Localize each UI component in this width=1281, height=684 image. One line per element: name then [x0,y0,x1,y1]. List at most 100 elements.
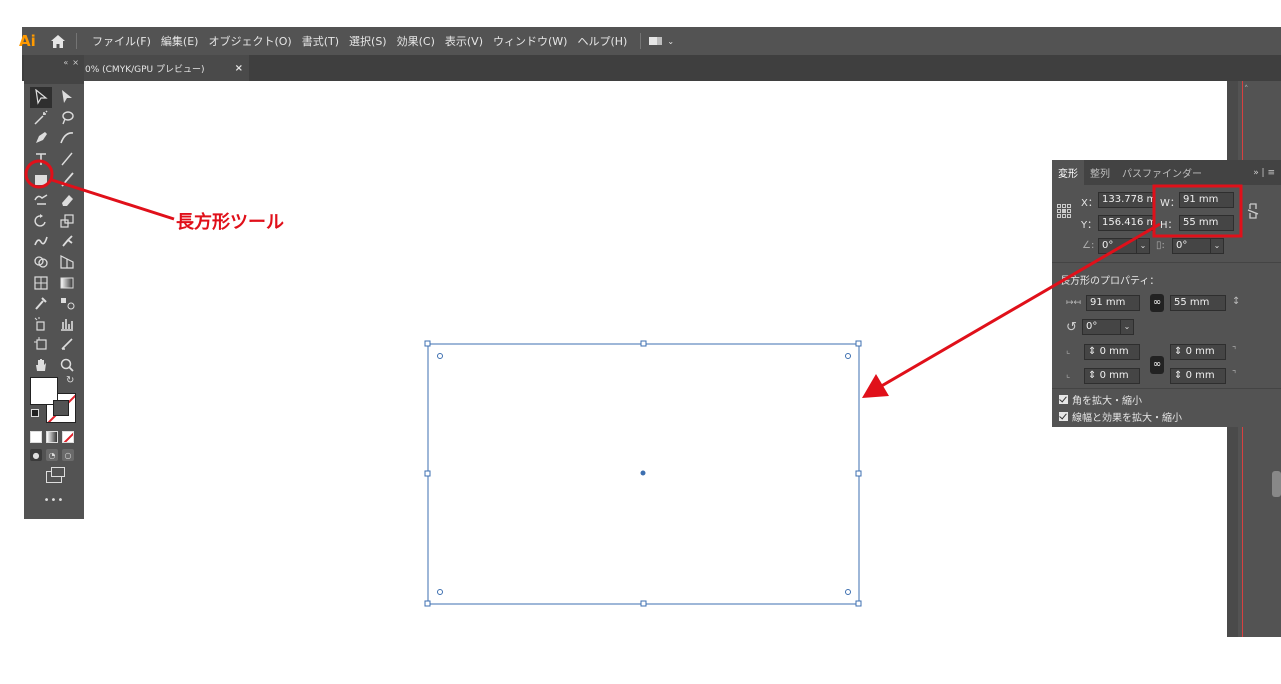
rect-width-field[interactable]: 91 mm [1086,295,1140,311]
swap-fill-stroke-icon[interactable]: ↻ [66,375,74,386]
stepper-icon[interactable]: ⇕ [1174,370,1182,381]
draw-inside-icon[interactable]: ○ [62,449,74,461]
corner-tr-field[interactable]: ⇕ 0 mm [1170,344,1226,360]
magic-wand-tool[interactable] [30,108,52,129]
handle-middle-left[interactable] [424,470,431,477]
selection-tool[interactable] [30,87,52,108]
rect-rotate-field[interactable]: 0° [1082,319,1122,335]
w-field[interactable]: 91 mm [1179,192,1234,208]
menu-object[interactable]: オブジェクト(O) [203,33,296,49]
panel-menu-icon[interactable]: » | ≡ [1253,168,1281,178]
gradient-icon[interactable] [46,431,58,443]
tab-align[interactable]: 整列 [1084,160,1116,185]
menu-help[interactable]: ヘルプ(H) [572,33,632,49]
stepper-icon[interactable]: ⇕ [1088,370,1096,381]
angle-field[interactable]: 0° [1098,238,1138,254]
stepper-icon[interactable]: ⇕ [1088,346,1096,357]
shaper-tool[interactable] [30,190,52,211]
handle-top-middle[interactable] [640,340,647,347]
close-icon[interactable]: × [235,63,243,74]
more-tools-icon[interactable]: ••• [24,495,84,506]
tools-panel-header[interactable]: « × [24,55,84,84]
menu-file[interactable]: ファイル(F) [87,33,156,49]
default-colors-icon[interactable] [31,409,39,417]
corner-widget-bl[interactable] [437,589,443,595]
x-field[interactable]: 133.778 m [1098,192,1154,208]
eyedropper-tool[interactable] [30,293,52,314]
handle-middle-right[interactable] [855,470,862,477]
direct-selection-tool[interactable] [56,87,78,108]
column-graph-tool[interactable] [56,314,78,335]
shear-dropdown[interactable]: ⌄ [1210,238,1224,254]
corner-widgets[interactable] [437,353,851,595]
scroll-up-icon[interactable]: ˄ [1244,85,1249,95]
document-tab[interactable]: 0% (CMYK/GPU プレビュー) × [84,55,249,81]
fill-stroke-swatches[interactable]: ↻ [28,373,80,429]
collapse-icon[interactable]: « [63,58,68,67]
pen-tool[interactable] [30,128,52,149]
none-icon[interactable] [62,431,74,443]
corner-bl-field[interactable]: ⇕ 0 mm [1084,368,1140,384]
tab-pathfinder[interactable]: パスファインダー [1116,160,1208,185]
warp-tool[interactable] [30,231,52,252]
bounding-box-handles[interactable] [424,340,862,607]
scale-strokes-checkbox[interactable]: 線幅と効果を拡大・縮小 [1059,409,1182,424]
draw-behind-icon[interactable]: ◔ [46,449,58,461]
symbol-sprayer-tool[interactable] [30,314,52,335]
selected-rectangle[interactable] [427,343,860,605]
corner-widget-tr[interactable] [845,353,851,359]
corner-br-field[interactable]: ⇕ 0 mm [1170,368,1226,384]
screen-mode-icon[interactable] [46,467,65,483]
perspective-grid-tool[interactable] [56,252,78,273]
curvature-tool[interactable] [56,128,78,149]
corner-widget-br[interactable] [845,589,851,595]
menu-view[interactable]: 表示(V) [440,33,488,49]
tab-transform[interactable]: 変形 [1052,160,1084,185]
menu-edit[interactable]: 編集(E) [156,33,204,49]
menu-type[interactable]: 書式(T) [297,33,344,49]
rotate-tool[interactable] [30,211,52,232]
handle-bottom-middle[interactable] [640,600,647,607]
home-icon[interactable] [44,27,72,55]
rectangle-tool[interactable] [30,169,52,190]
handle-bottom-left[interactable] [424,600,431,607]
type-tool[interactable] [30,149,52,170]
shear-field[interactable]: 0° [1172,238,1212,254]
scale-tool[interactable] [56,211,78,232]
handle-bottom-right[interactable] [855,600,862,607]
shape-builder-tool[interactable] [30,252,52,273]
mesh-tool[interactable] [30,272,52,293]
handle-top-left[interactable] [424,340,431,347]
corner-tl-field[interactable]: ⇕ 0 mm [1084,344,1140,360]
handle-top-right[interactable] [855,340,862,347]
gradient-tool[interactable] [56,272,78,293]
close-icon[interactable]: × [72,58,79,67]
slice-tool[interactable] [56,334,78,355]
workspace-switcher[interactable]: ⌄ [640,33,674,49]
eraser-tool[interactable] [56,190,78,211]
blend-tool[interactable] [56,293,78,314]
corner-widget-tl[interactable] [437,353,443,359]
h-field[interactable]: 55 mm [1179,215,1234,231]
draw-normal-icon[interactable]: ● [30,449,42,461]
link-dimensions-icon[interactable]: ∞ [1150,294,1164,312]
rect-rotate-dropdown[interactable]: ⌄ [1120,319,1134,335]
line-segment-tool[interactable] [56,149,78,170]
artboard-tool[interactable] [30,334,52,355]
y-field[interactable]: 156.416 m [1098,215,1154,231]
color-icon[interactable] [30,431,42,443]
menu-window[interactable]: ウィンドウ(W) [488,33,572,49]
puppet-warp-tool[interactable] [56,231,78,252]
menu-select[interactable]: 選択(S) [344,33,392,49]
scale-corners-checkbox[interactable]: 角を拡大・縮小 [1059,392,1142,407]
lasso-tool[interactable] [56,108,78,129]
menu-effect[interactable]: 効果(C) [392,33,440,49]
link-corners-icon[interactable]: ∞ [1150,356,1164,374]
reference-point-icon[interactable] [1057,204,1071,218]
rect-height-field[interactable]: 55 mm [1170,295,1226,311]
stepper-icon[interactable]: ⇕ [1174,346,1182,357]
paintbrush-tool[interactable] [56,169,78,190]
scrollbar-thumb[interactable] [1272,471,1281,497]
constrain-proportions-icon[interactable] [1246,202,1260,220]
angle-dropdown[interactable]: ⌄ [1136,238,1150,254]
